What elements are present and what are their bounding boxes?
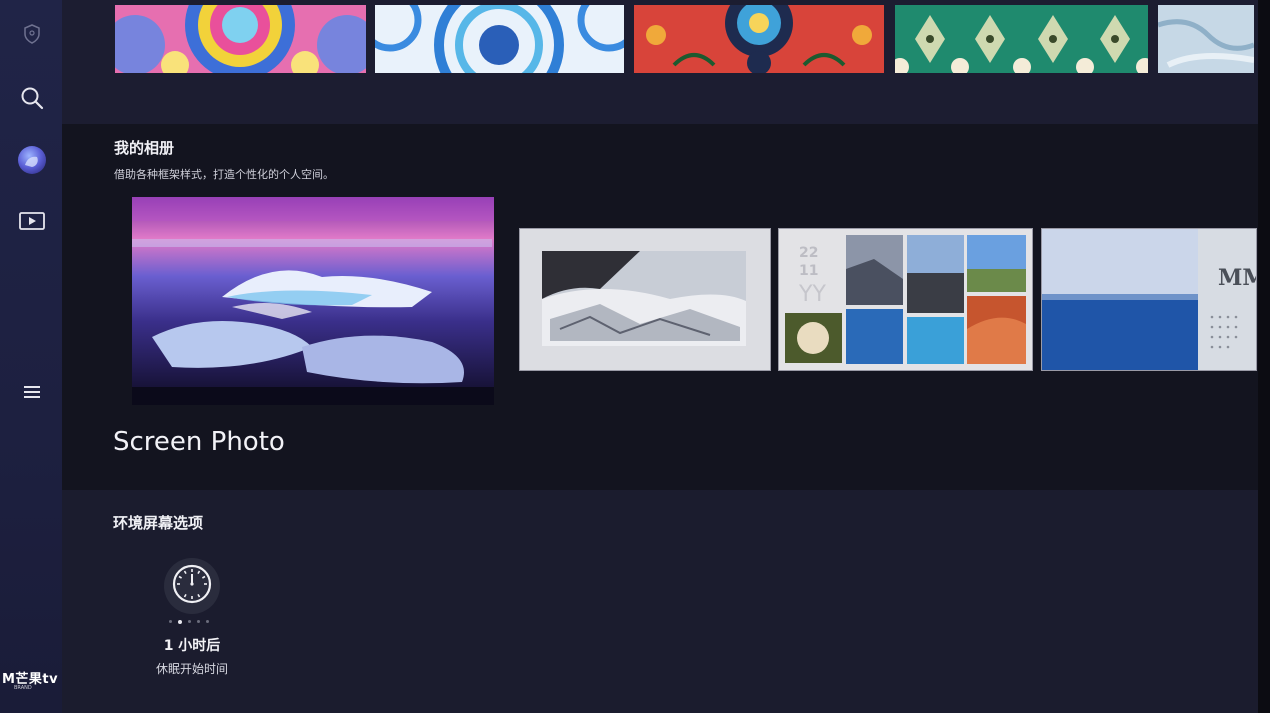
brand-logo: M芒果tv BRAND bbox=[0, 668, 62, 691]
screen-photo-title: Screen Photo bbox=[113, 427, 285, 457]
profile-avatar-icon[interactable] bbox=[16, 144, 48, 176]
my-album-section: 我的相册 借助各种框架样式，打造个性化的个人空间。 22 11 YY M Scr… bbox=[62, 124, 1260, 490]
pattern-tile-green[interactable] bbox=[891, 5, 1154, 76]
ambient-title: 环境屏幕选项 bbox=[113, 514, 204, 532]
collage-day: 22 bbox=[799, 245, 818, 261]
page-dot bbox=[206, 620, 209, 623]
featured-iceberg-photo[interactable] bbox=[132, 197, 494, 405]
page-dot-active bbox=[178, 619, 182, 624]
page-dot bbox=[169, 620, 172, 623]
collage-frame[interactable]: 22 11 YY bbox=[778, 228, 1033, 371]
page-dot bbox=[197, 620, 200, 623]
album-subtitle: 借助各种框架样式，打造个性化的个人空间。 bbox=[114, 168, 334, 181]
pattern-tile-red[interactable] bbox=[634, 0, 884, 75]
sleep-timer-label: 休眠开始时间 bbox=[155, 662, 228, 676]
pattern-tile-pink[interactable] bbox=[105, 0, 377, 80]
clock-icon bbox=[170, 562, 214, 610]
sleep-timer-value: 1 小时后 bbox=[163, 638, 221, 654]
calendar-month-text: MM bbox=[1218, 265, 1256, 291]
pattern-tile-marble[interactable] bbox=[1157, 5, 1255, 73]
glacier-framed-photo[interactable] bbox=[519, 228, 771, 371]
page-dot bbox=[188, 620, 191, 623]
album-title: 我的相册 bbox=[114, 139, 175, 157]
sleep-timer-button[interactable] bbox=[164, 558, 220, 614]
collage-year: YY bbox=[798, 282, 826, 307]
shield-icon[interactable] bbox=[16, 18, 48, 50]
ocean-calendar-frame[interactable]: MM bbox=[1041, 228, 1257, 371]
collage-month: 11 bbox=[799, 263, 818, 279]
option-page-indicator bbox=[169, 619, 209, 624]
ambient-options-section: 环境屏幕选项 1 小时后 休眠开始时间 bbox=[62, 490, 1260, 713]
pattern-tile-blue[interactable] bbox=[358, 0, 641, 110]
menu-icon[interactable] bbox=[16, 376, 48, 408]
sidebar: M芒果tv BRAND bbox=[0, 0, 62, 713]
search-icon[interactable] bbox=[16, 82, 48, 114]
pattern-row bbox=[62, 0, 1270, 124]
play-icon[interactable] bbox=[16, 205, 48, 237]
screen-edge bbox=[1258, 0, 1270, 713]
